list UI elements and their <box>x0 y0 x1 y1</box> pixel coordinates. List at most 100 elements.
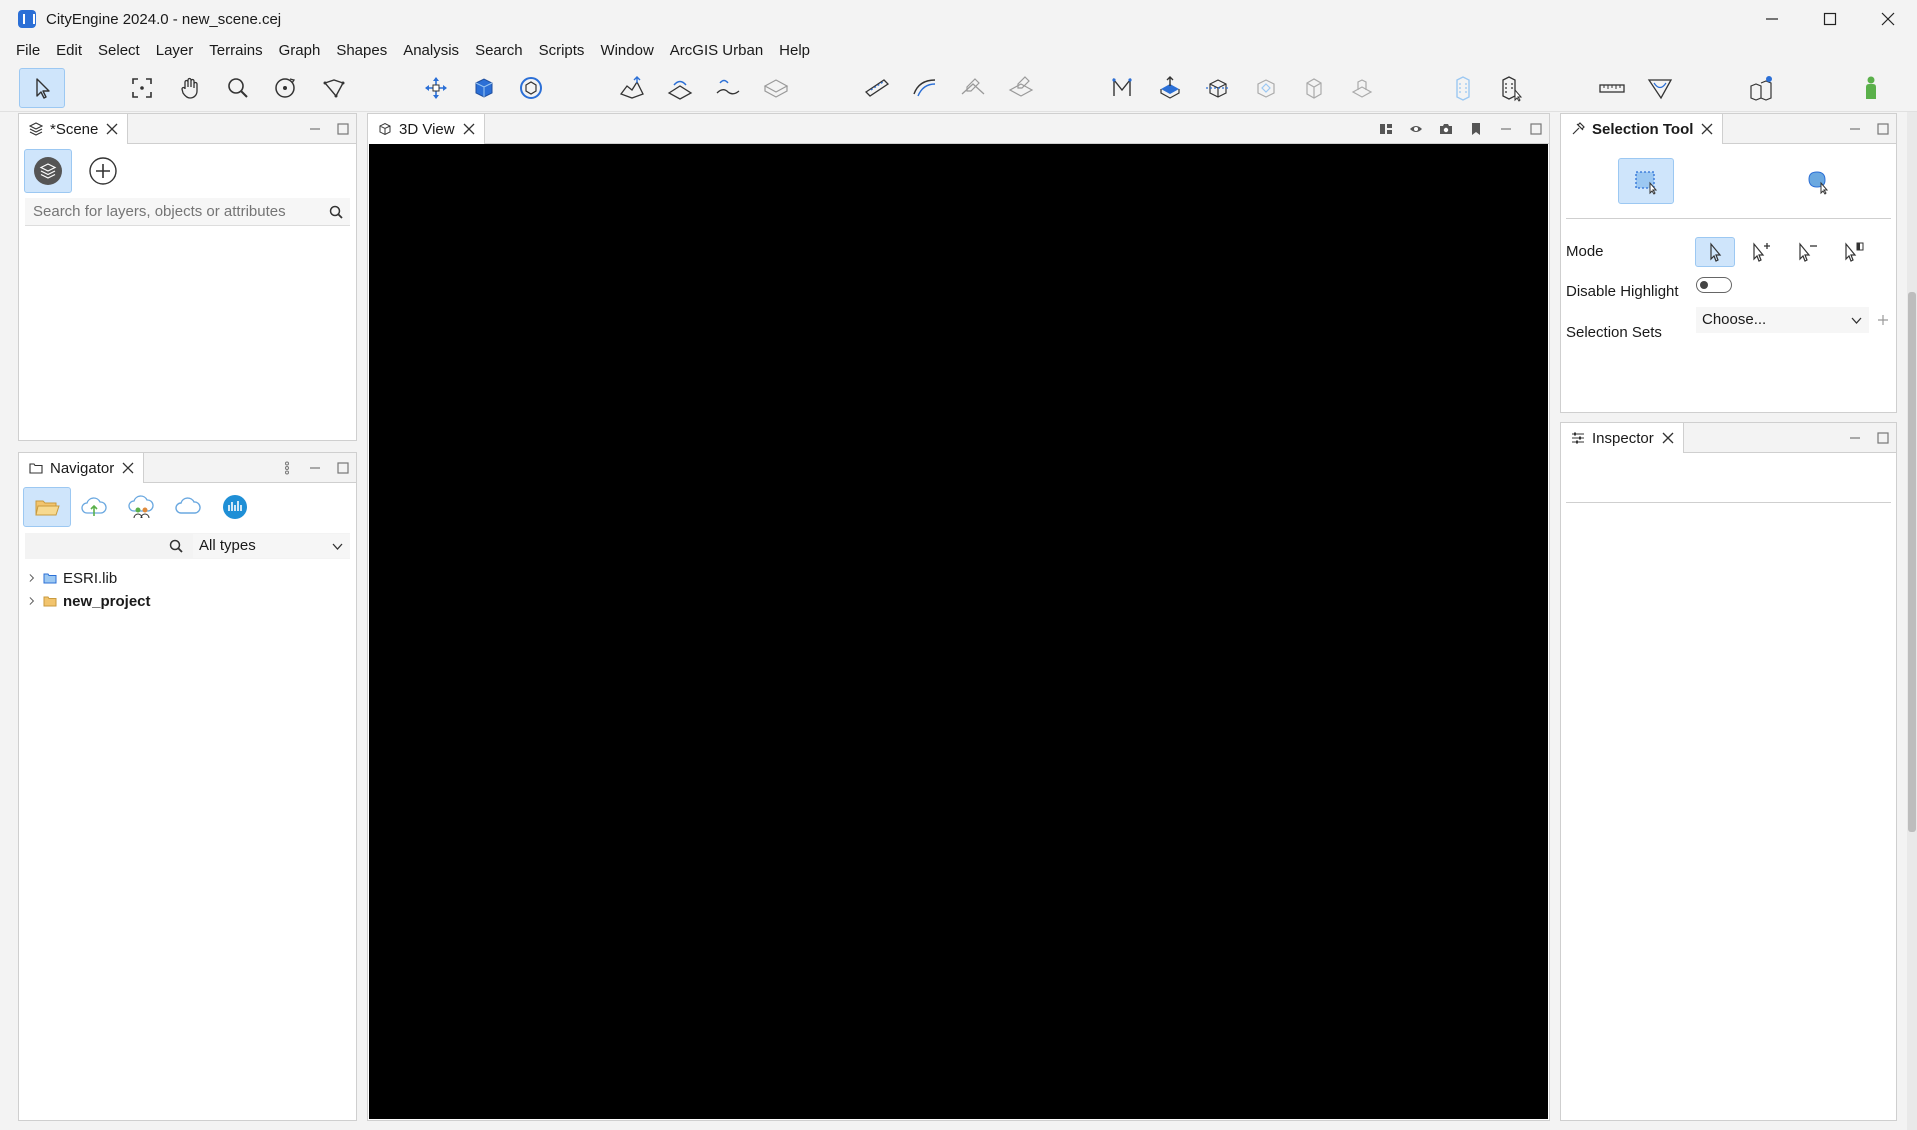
maximize-icon[interactable] <box>336 122 350 136</box>
city-button[interactable] <box>1738 68 1784 108</box>
camera-icon[interactable] <box>1439 122 1453 136</box>
menu-select[interactable]: Select <box>90 38 148 64</box>
add-selection-set-icon[interactable] <box>1877 314 1889 326</box>
curve-street-button[interactable] <box>902 68 948 108</box>
menu-shapes[interactable]: Shapes <box>328 38 395 64</box>
tools-icon <box>1572 122 1585 135</box>
maximize-icon[interactable] <box>1529 122 1543 136</box>
maximize-button[interactable] <box>1801 0 1859 38</box>
orbit-button[interactable] <box>262 68 308 108</box>
close-icon[interactable] <box>105 122 119 136</box>
menu-graph[interactable]: Graph <box>271 38 329 64</box>
polygon-shape-button[interactable] <box>1099 68 1145 108</box>
offset-button[interactable] <box>1291 68 1337 108</box>
window-scrollbar[interactable] <box>1907 112 1917 1130</box>
scene-search-field[interactable] <box>25 198 350 226</box>
scene-search-input[interactable] <box>33 203 333 220</box>
disable-highlight-toggle[interactable] <box>1696 277 1732 293</box>
eye-icon[interactable] <box>1409 122 1423 136</box>
bookmark-icon[interactable] <box>1469 122 1483 136</box>
minimize-icon[interactable] <box>1499 122 1513 136</box>
menu-edit[interactable]: Edit <box>48 38 90 64</box>
close-icon[interactable] <box>462 122 476 136</box>
layers-view-button[interactable] <box>24 149 72 193</box>
layout-icon[interactable] <box>1379 122 1393 136</box>
tab-scene[interactable]: *Scene <box>19 114 129 144</box>
mode-subtract-button[interactable] <box>1787 237 1827 267</box>
maximize-icon[interactable] <box>336 461 350 475</box>
minimize-icon[interactable] <box>308 461 322 475</box>
minimize-icon[interactable] <box>308 122 322 136</box>
street-edit-button[interactable] <box>950 68 996 108</box>
maximize-icon[interactable] <box>1876 431 1890 445</box>
menu-arcgis-urban[interactable]: ArcGIS Urban <box>662 38 771 64</box>
menu-help[interactable]: Help <box>771 38 818 64</box>
menu-layer[interactable]: Layer <box>148 38 202 64</box>
menu-file[interactable]: File <box>8 38 48 64</box>
model-button[interactable] <box>1339 68 1385 108</box>
menu-analysis[interactable]: Analysis <box>395 38 467 64</box>
scrollbar-thumb[interactable] <box>1908 292 1916 832</box>
split-button[interactable] <box>1243 68 1289 108</box>
lasso-button[interactable] <box>311 68 357 108</box>
menu-scripts[interactable]: Scripts <box>531 38 593 64</box>
tab-selection-tool[interactable]: Selection Tool <box>1561 114 1724 144</box>
open-folder-icon <box>35 500 60 516</box>
lasso-selection-button[interactable] <box>1789 158 1845 204</box>
chevron-right-icon[interactable] <box>27 573 37 583</box>
menu-search[interactable]: Search <box>467 38 531 64</box>
person-button[interactable] <box>1848 68 1894 108</box>
subdivide-button[interactable] <box>1195 68 1241 108</box>
inspector-panel: Inspector <box>1560 422 1897 1121</box>
tree-item-esri-lib[interactable]: ESRI.lib <box>27 567 117 589</box>
terrain-smooth-button[interactable] <box>657 68 703 108</box>
zoom-button[interactable] <box>215 68 261 108</box>
mode-add-button[interactable] <box>1741 237 1781 267</box>
view-menu-icon[interactable] <box>280 461 294 475</box>
shared-content-button[interactable] <box>121 487 161 527</box>
street-create-button[interactable] <box>854 68 900 108</box>
close-icon[interactable] <box>1661 431 1675 445</box>
urban-button[interactable] <box>215 487 255 527</box>
section-button[interactable] <box>1637 68 1683 108</box>
terrain-raise-button[interactable] <box>609 68 655 108</box>
select-tool-button[interactable] <box>19 68 65 108</box>
frame-button[interactable] <box>119 68 165 108</box>
building-button[interactable] <box>1440 68 1486 108</box>
street-merge-button[interactable] <box>998 68 1044 108</box>
tab-inspector[interactable]: Inspector <box>1561 423 1684 453</box>
pan-button[interactable] <box>167 68 213 108</box>
upload-button[interactable] <box>74 487 114 527</box>
tree-item-new-project[interactable]: new_project <box>27 590 151 612</box>
move-button[interactable] <box>413 68 459 108</box>
selection-sets-select[interactable]: Choose... <box>1696 307 1869 333</box>
menu-terrains[interactable]: Terrains <box>201 38 270 64</box>
3d-viewport[interactable] <box>369 144 1548 1119</box>
rectangle-selection-button[interactable] <box>1618 158 1674 204</box>
close-icon[interactable] <box>1700 122 1714 136</box>
scale-button[interactable] <box>461 68 507 108</box>
cloud-button[interactable] <box>168 487 208 527</box>
minimize-icon[interactable] <box>1848 431 1862 445</box>
local-files-button[interactable] <box>23 487 71 527</box>
search-icon[interactable] <box>168 538 184 554</box>
chevron-right-icon[interactable] <box>27 596 37 606</box>
extrude-button[interactable] <box>1147 68 1193 108</box>
minimize-icon[interactable] <box>1848 122 1862 136</box>
close-window-button[interactable] <box>1859 0 1917 38</box>
close-icon[interactable] <box>121 461 135 475</box>
rotate-button[interactable] <box>508 68 554 108</box>
terrain-flatten-button[interactable] <box>705 68 751 108</box>
menu-window[interactable]: Window <box>592 38 661 64</box>
maximize-icon[interactable] <box>1876 122 1890 136</box>
minimize-button[interactable] <box>1743 0 1801 38</box>
terrain-align-button[interactable] <box>753 68 799 108</box>
mode-toggle-button[interactable] <box>1833 237 1873 267</box>
type-filter-select[interactable]: All types <box>193 534 350 558</box>
tab-3d-view[interactable]: 3D View <box>368 114 485 144</box>
mode-replace-button[interactable] <box>1695 237 1735 267</box>
add-layer-button[interactable] <box>81 149 125 193</box>
building-select-button[interactable] <box>1488 68 1534 108</box>
tab-navigator[interactable]: Navigator <box>19 453 145 483</box>
measure-button[interactable] <box>1589 68 1635 108</box>
